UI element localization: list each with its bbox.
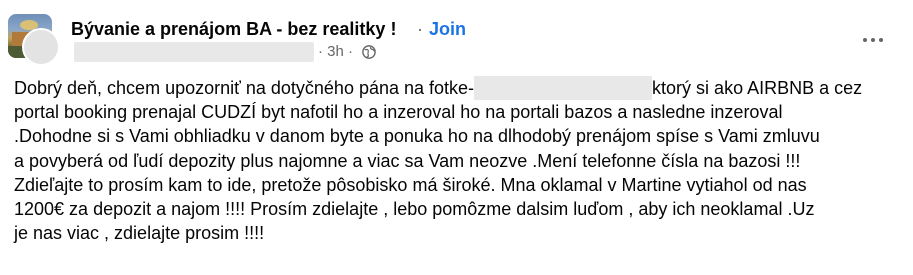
post-text-line: .Dohodne si s Vami obhliadku v danom byt… (14, 126, 820, 147)
group-post: Bývanie a prenájom BA - bez realitky ! ·… (0, 0, 913, 275)
join-button[interactable]: Join (429, 18, 466, 40)
more-dot (871, 38, 875, 42)
post-text-line: Zdieľajte to prosím kam to ide, pretože … (14, 174, 807, 195)
post-text-line: portal booking prenajal CUDZÍ byt nafoti… (14, 102, 783, 123)
redacted-name (474, 76, 653, 100)
author-avatar-redacted[interactable] (22, 28, 60, 66)
post-text-segment: Dobrý deň, chcem upozorniť na dotyčného … (14, 78, 475, 98)
post-text-line: 1200€ za depozit a najom !!!! Prosím zdi… (14, 199, 815, 220)
header-separator: · (417, 19, 423, 39)
group-name-link[interactable]: Bývanie a prenájom BA - bez realitky ! (71, 18, 396, 40)
more-dot (863, 38, 867, 42)
author-name-redacted[interactable] (74, 42, 314, 62)
globe-icon[interactable] (362, 45, 377, 59)
more-options-icon[interactable] (862, 32, 886, 48)
post-meta: · 3h · (318, 43, 377, 61)
post-text-segment: ktorý si ako AIRBNB a cez (652, 78, 863, 98)
post-timestamp[interactable]: 3h (327, 43, 344, 60)
more-dot (879, 38, 883, 42)
post-body: Dobrý deň, chcem upozorniť na dotyčného … (14, 76, 904, 245)
post-text-line: a povyberá od ľudí depozity plus najomne… (14, 150, 801, 171)
post-text-line: Dobrý deň, chcem upozorniť na dotyčného … (14, 76, 904, 100)
post-avatars (8, 14, 60, 66)
meta-separator: · (348, 43, 354, 60)
meta-separator: · (318, 43, 323, 60)
post-text-line: je nas viac , zdielajte prosim !!!! (14, 223, 265, 244)
